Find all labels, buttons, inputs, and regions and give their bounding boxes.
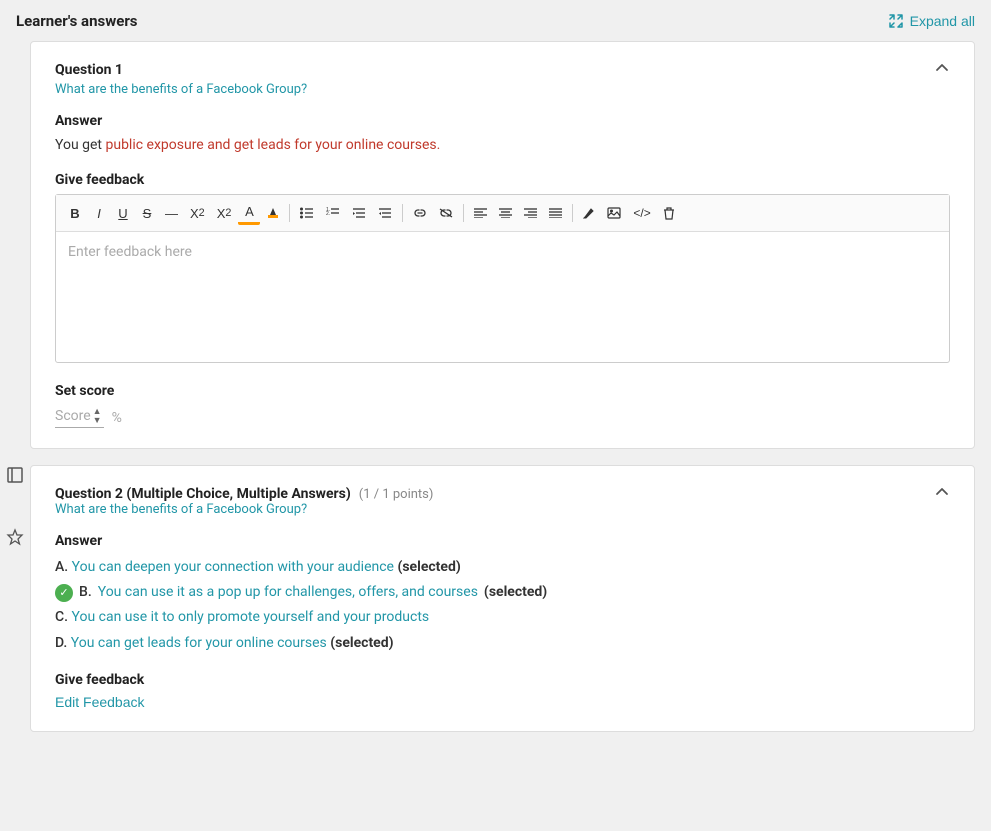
toolbar-link[interactable] (408, 205, 432, 221)
answer-list: A. You can deepen your connection with y… (55, 555, 950, 656)
question2-collapse-icon[interactable] (934, 484, 950, 505)
answer-d: D. You can get leads for your online cou… (55, 631, 950, 656)
side-icons (0, 41, 30, 551)
answer-b: ✓ B. You can use it as a pop up for chal… (55, 580, 950, 605)
toolbar-underline[interactable]: U (112, 203, 134, 224)
question1-title: Question 1 (55, 62, 307, 78)
answer-b-selected: (selected) (484, 580, 547, 605)
question2-subtitle: What are the benefits of a Facebook Grou… (55, 502, 433, 517)
star-icon[interactable] (6, 528, 24, 551)
question1-subtitle: What are the benefits of a Facebook Grou… (55, 82, 307, 97)
answer-d-selected: (selected) (330, 635, 393, 651)
toolbar-align-right[interactable] (519, 205, 542, 221)
question1-header: Question 1 What are the benefits of a Fa… (55, 62, 950, 113)
score-input-wrap: Score ▲ ▼ (55, 407, 104, 428)
give-feedback1-label: Give feedback (55, 172, 950, 188)
question2-header: Question 2 (Multiple Choice, Multiple An… (55, 486, 950, 533)
answer1-highlight: public exposure and get leads for your o… (105, 137, 440, 153)
answer-a-selected: (selected) (397, 559, 460, 575)
correct-check-icon: ✓ (55, 584, 73, 602)
question2-title-wrap: Question 2 (Multiple Choice, Multiple An… (55, 486, 433, 502)
answer-c-letter: C. (55, 609, 72, 625)
set-score-section: Set score Score ▲ ▼ % (55, 383, 950, 428)
feedback-editor1: B I U S — X2 X2 A 1.2. (55, 194, 950, 363)
percent-sign: % (112, 410, 122, 426)
answer-d-letter: D. (55, 635, 71, 651)
answer-b-text: You can use it as a pop up for challenge… (98, 580, 478, 605)
toolbar-sep2 (402, 204, 403, 222)
score-input-row: Score ▲ ▼ % (55, 407, 950, 428)
feedback-placeholder1: Enter feedback here (68, 244, 192, 260)
answer2-label: Answer (55, 533, 950, 549)
toolbar-align-center[interactable] (494, 205, 517, 221)
toolbar-bold[interactable]: B (64, 203, 86, 224)
toolbar-unlink[interactable] (434, 205, 458, 221)
give-feedback2-label: Give feedback (55, 672, 950, 688)
answer1-plain: You get (55, 137, 105, 153)
toolbar-italic[interactable]: I (88, 203, 110, 224)
question2-card: Question 2 (Multiple Choice, Multiple An… (30, 465, 975, 732)
toolbar-indent-in[interactable] (347, 204, 371, 222)
question1-card: Question 1 What are the benefits of a Fa… (30, 41, 975, 449)
header-bar: Learner's answers Expand all (0, 0, 991, 41)
answer-b-letter: B. (79, 580, 92, 605)
toolbar-sep4 (572, 204, 573, 222)
expand-icon (888, 13, 904, 29)
expand-all-button[interactable]: Expand all (888, 13, 975, 29)
toolbar-highlight[interactable] (262, 204, 284, 222)
toolbar-font-color[interactable]: A (238, 201, 260, 225)
toolbar-bullet-list[interactable] (295, 204, 319, 222)
score-spinner[interactable]: ▲ ▼ (91, 407, 104, 425)
toolbar-subscript[interactable]: X2 (185, 203, 210, 224)
answer-a: A. You can deepen your connection with y… (55, 555, 950, 580)
expand-all-label: Expand all (910, 13, 975, 29)
svg-text:2.: 2. (326, 211, 330, 217)
toolbar-sep1 (289, 204, 290, 222)
score-label-text: Score (55, 408, 91, 424)
set-score-label: Set score (55, 383, 950, 399)
page-title: Learner's answers (16, 12, 138, 30)
toolbar-image[interactable] (602, 204, 626, 222)
answer-c-text: You can use it to only promote yourself … (72, 609, 430, 625)
book-icon[interactable] (6, 466, 24, 488)
toolbar-indent-out[interactable] (373, 204, 397, 222)
question2-title: Question 2 (Multiple Choice, Multiple An… (55, 486, 351, 502)
feedback-editor1-area[interactable]: Enter feedback here (56, 232, 949, 362)
answer-a-text: You can deepen your connection with your… (72, 559, 394, 575)
toolbar-hr[interactable]: — (160, 203, 183, 224)
answer1-text: You get public exposure and get leads fo… (55, 135, 950, 156)
toolbar-align-left[interactable] (469, 205, 492, 221)
score-down-btn[interactable]: ▼ (91, 416, 104, 425)
toolbar-superscript[interactable]: X2 (212, 203, 237, 224)
question2-points: (1 / 1 points) (359, 487, 434, 502)
toolbar-numbered-list[interactable]: 1.2. (321, 204, 345, 222)
toolbar-code[interactable]: </> (628, 203, 655, 223)
toolbar1: B I U S — X2 X2 A 1.2. (56, 195, 949, 232)
toolbar-delete[interactable] (658, 203, 680, 223)
answer1-label: Answer (55, 113, 950, 129)
answer-c: C. You can use it to only promote yourse… (55, 605, 950, 630)
main-layout: Question 1 What are the benefits of a Fa… (0, 41, 991, 748)
edit-feedback-button[interactable]: Edit Feedback (55, 694, 145, 710)
toolbar-pencil[interactable] (578, 204, 600, 222)
question1-collapse-icon[interactable] (934, 60, 950, 81)
toolbar-strikethrough[interactable]: S (136, 203, 158, 224)
answer-d-text: You can get leads for your online course… (71, 635, 327, 651)
toolbar-sep3 (463, 204, 464, 222)
answer-a-letter: A. (55, 559, 72, 575)
question2-title-section: Question 2 (Multiple Choice, Multiple An… (55, 486, 433, 533)
toolbar-align-justify[interactable] (544, 205, 567, 221)
question1-title-section: Question 1 What are the benefits of a Fa… (55, 62, 307, 113)
